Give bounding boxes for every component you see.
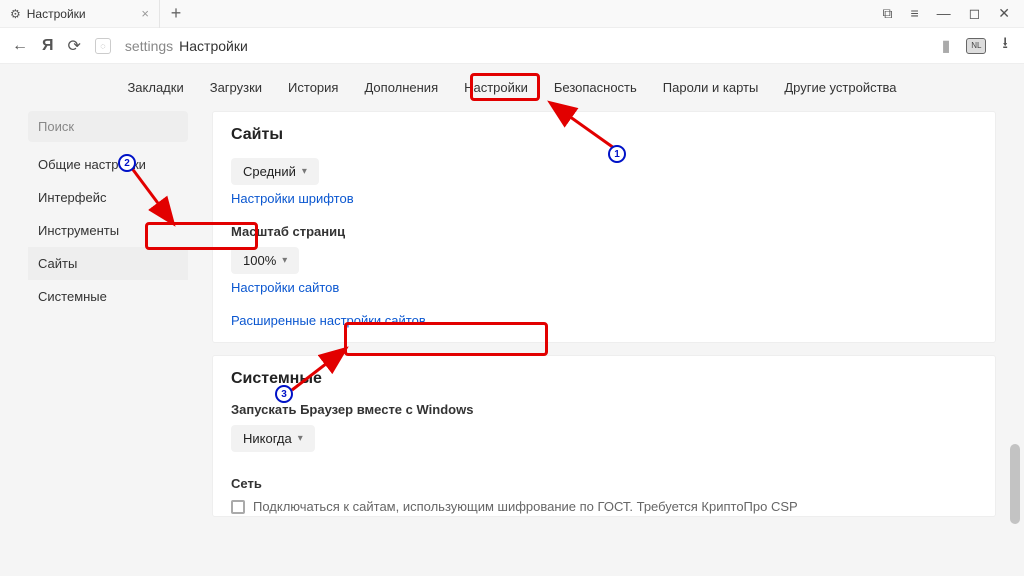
titlebar: ⚙ Настройки × + ⧉ ≡ — ◻ ✕ [0,0,1024,28]
page: Закладки Загрузки История Дополнения Нас… [0,64,1024,576]
bookmark-icon[interactable]: ▮ [942,36,951,56]
sites-heading: Сайты [231,126,977,144]
address-title: Настройки [179,38,248,54]
nav-downloads[interactable]: Загрузки [210,80,262,95]
menu-icon[interactable]: ≡ [910,5,918,22]
launch-value: Никогда [243,431,292,446]
gost-checkbox-row[interactable]: Подключаться к сайтам, использующим шифр… [231,499,977,516]
yandex-icon[interactable]: Я [42,37,54,55]
launch-title: Запускать Браузер вместе с Windows [231,402,977,417]
maximize-icon[interactable]: ◻ [969,5,981,22]
nav-passwords[interactable]: Пароли и карты [663,80,759,95]
downloads-icon[interactable]: ⭳ [1002,32,1008,59]
sidebar-item-general[interactable]: Общие настройки [28,148,188,181]
chevron-down-icon: ▾ [282,255,287,266]
nav-addons[interactable]: Дополнения [364,80,438,95]
sidebar-item-interface[interactable]: Интерфейс [28,181,188,214]
browser-tab[interactable]: ⚙ Настройки × [0,0,160,28]
close-window-icon[interactable]: ✕ [998,5,1010,22]
toolbar: ← Я ⟳ ◌ settings Настройки ▮ NL ⭳ [0,28,1024,64]
scale-select[interactable]: 100% ▾ [231,247,299,274]
font-size-select[interactable]: Средний ▾ [231,158,319,185]
sidebar-item-system[interactable]: Системные [28,280,188,313]
address-kind: settings [125,38,173,54]
close-icon[interactable]: × [141,6,149,21]
scale-title: Масштаб страниц [231,224,977,239]
system-card: Системные Запускать Браузер вместе с Win… [212,355,996,517]
tab-title: Настройки [27,7,86,21]
panels-icon[interactable]: ⧉ [882,5,892,22]
sidebar-item-tools[interactable]: Инструменты [28,214,188,247]
nav-settings[interactable]: Настройки [464,80,528,95]
launch-select[interactable]: Никогда ▾ [231,425,315,452]
scrollbar-thumb[interactable] [1010,444,1020,524]
back-icon[interactable]: ← [12,37,28,55]
main-content: Сайты Средний ▾ Настройки шрифтов Масшта… [212,111,996,517]
system-heading: Системные [231,370,977,388]
gear-icon: ⚙ [10,7,21,21]
site-info-icon[interactable]: ◌ [95,38,111,54]
gost-checkbox-label: Подключаться к сайтам, использующим шифр… [253,499,798,514]
translate-icon[interactable]: NL [966,38,986,54]
minimize-icon[interactable]: — [937,5,951,22]
checkbox-icon [231,500,245,514]
nav-devices[interactable]: Другие устройства [784,80,896,95]
new-tab-button[interactable]: + [160,3,192,24]
net-title: Сеть [231,476,977,491]
sidebar-item-sites[interactable]: Сайты [28,247,188,280]
site-settings-link[interactable]: Настройки сайтов [231,280,977,295]
search-input[interactable]: Поиск [28,111,188,142]
reload-icon[interactable]: ⟳ [68,36,81,56]
sites-card: Сайты Средний ▾ Настройки шрифтов Масшта… [212,111,996,343]
nav-bookmarks[interactable]: Закладки [127,80,183,95]
nav-security[interactable]: Безопасность [554,80,637,95]
nav-history[interactable]: История [288,80,338,95]
advanced-site-settings-link[interactable]: Расширенные настройки сайтов [231,313,977,328]
font-settings-link[interactable]: Настройки шрифтов [231,191,977,206]
chevron-down-icon: ▾ [302,166,307,177]
sidebar: Поиск Общие настройки Интерфейс Инструме… [28,111,188,517]
font-size-value: Средний [243,164,296,179]
top-nav: Закладки Загрузки История Дополнения Нас… [0,64,1024,111]
chevron-down-icon: ▾ [298,433,303,444]
scale-value: 100% [243,253,276,268]
address-bar[interactable]: settings Настройки [125,38,928,54]
